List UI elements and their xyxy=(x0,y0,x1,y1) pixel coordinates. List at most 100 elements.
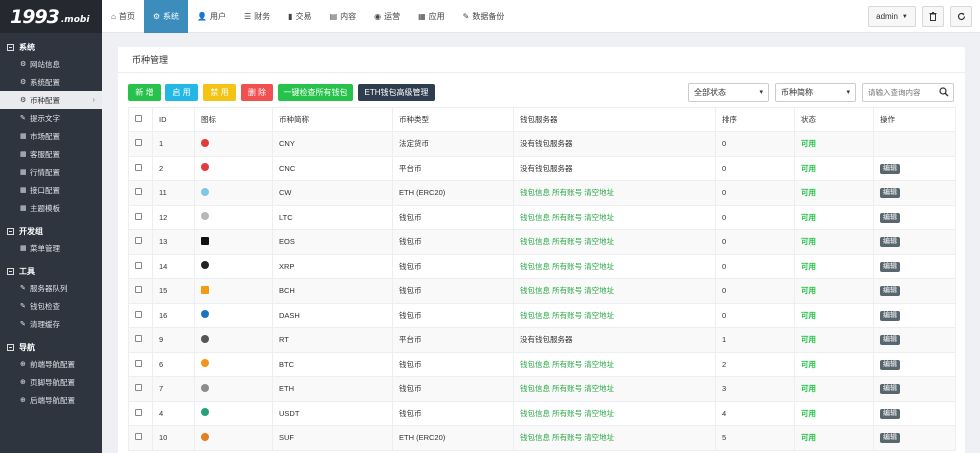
row-select-cell[interactable] xyxy=(128,278,153,304)
row-select-cell[interactable] xyxy=(128,351,153,377)
row-select-cell[interactable] xyxy=(128,400,153,426)
row-select-cell[interactable] xyxy=(128,425,153,451)
trash-button[interactable] xyxy=(922,6,944,27)
sidebar-item[interactable]: ✎ 钱包检查 xyxy=(0,297,102,315)
sidebar-item[interactable]: ▦ 市场配置 xyxy=(0,127,102,145)
sidebar-item[interactable]: ⊕ 后端导航配置 xyxy=(0,391,102,409)
sidebar-item[interactable]: ⊕ 页脚导航配置 xyxy=(0,373,102,391)
edit-button[interactable]: 编辑 xyxy=(880,163,900,174)
sidebar-item[interactable]: ▦ 行情配置 xyxy=(0,163,102,181)
edit-button[interactable]: 编辑 xyxy=(880,188,900,199)
row-checkbox[interactable] xyxy=(135,237,142,245)
sidebar-group-title[interactable]: 开发组 xyxy=(0,223,102,239)
nav-item[interactable]: ◉ 运营 xyxy=(365,0,409,33)
all-accounts-link[interactable]: 所有账号 xyxy=(552,213,582,222)
row-checkbox[interactable] xyxy=(135,359,142,367)
eth-wallet-admin-button[interactable]: ETH钱包高级管理 xyxy=(358,84,435,101)
edit-button[interactable]: 编辑 xyxy=(880,212,900,223)
nav-item[interactable]: ☰ 财务 xyxy=(235,0,279,33)
row-checkbox[interactable] xyxy=(135,408,142,416)
logo[interactable]: 1993 .mobi xyxy=(0,0,102,33)
row-checkbox[interactable] xyxy=(135,384,142,392)
edit-button[interactable]: 编辑 xyxy=(880,261,900,272)
new-button[interactable]: 新 增 xyxy=(128,84,161,101)
row-checkbox[interactable] xyxy=(135,286,142,294)
row-checkbox[interactable] xyxy=(135,335,142,343)
status-badge[interactable]: 可用 xyxy=(801,139,816,148)
nav-item[interactable]: ⚙ 系统 xyxy=(143,0,189,33)
col-status[interactable]: 状态 xyxy=(794,107,874,132)
row-select-cell[interactable] xyxy=(128,302,153,328)
status-badge[interactable]: 可用 xyxy=(801,262,816,271)
wallet-info-link[interactable]: 钱包信息 xyxy=(520,311,550,320)
wallet-info-link[interactable]: 钱包信息 xyxy=(520,384,550,393)
col-sort[interactable]: 排序 xyxy=(715,107,795,132)
sidebar-item[interactable]: ▦ 菜单管理 xyxy=(0,239,102,257)
clear-address-link[interactable]: 清空地址 xyxy=(584,433,614,442)
row-checkbox[interactable] xyxy=(135,433,142,441)
nav-item[interactable]: ▦ 应用 xyxy=(409,0,454,33)
all-accounts-link[interactable]: 所有账号 xyxy=(552,409,582,418)
nav-item[interactable]: ✎ 数据备份 xyxy=(454,0,514,33)
wallet-info-link[interactable]: 钱包信息 xyxy=(520,262,550,271)
row-checkbox[interactable] xyxy=(135,188,142,196)
status-badge[interactable]: 可用 xyxy=(801,360,816,369)
row-checkbox[interactable] xyxy=(135,310,142,318)
status-badge[interactable]: 可用 xyxy=(801,164,816,173)
search-input[interactable] xyxy=(863,84,937,101)
wallet-info-link[interactable]: 钱包信息 xyxy=(520,286,550,295)
refresh-button[interactable] xyxy=(950,6,972,27)
wallet-info-link[interactable]: 钱包信息 xyxy=(520,188,550,197)
sidebar-item[interactable]: ⚙ 网站信息 xyxy=(0,55,102,73)
sidebar-item[interactable]: ⚙ 系统配置 xyxy=(0,73,102,91)
search-icon[interactable] xyxy=(939,87,949,97)
status-badge[interactable]: 可用 xyxy=(801,409,816,418)
nav-item[interactable]: 👤 用户 xyxy=(188,0,235,33)
sidebar-item[interactable]: ▦ 接口配置 xyxy=(0,181,102,199)
clear-address-link[interactable]: 清空地址 xyxy=(584,286,614,295)
row-select-cell[interactable] xyxy=(128,180,153,206)
sidebar-group-title[interactable]: 导航 xyxy=(0,339,102,355)
status-badge[interactable]: 可用 xyxy=(801,237,816,246)
edit-button[interactable]: 编辑 xyxy=(880,286,900,297)
row-checkbox[interactable] xyxy=(135,139,142,147)
coin-select[interactable]: 币种简称 ▾ xyxy=(775,83,856,102)
row-checkbox[interactable] xyxy=(135,163,142,171)
nav-item[interactable]: ▤ 内容 xyxy=(321,0,366,33)
check-all-wallets-button[interactable]: 一键检查所有钱包 xyxy=(278,84,353,101)
delete-button[interactable]: 删 除 xyxy=(241,84,273,101)
all-accounts-link[interactable]: 所有账号 xyxy=(552,433,582,442)
wallet-info-link[interactable]: 钱包信息 xyxy=(520,433,550,442)
status-badge[interactable]: 可用 xyxy=(801,384,816,393)
clear-address-link[interactable]: 清空地址 xyxy=(584,409,614,418)
all-accounts-link[interactable]: 所有账号 xyxy=(552,237,582,246)
nav-item[interactable]: ▮ 交易 xyxy=(279,0,320,33)
col-name[interactable]: 币种简称 xyxy=(272,107,393,132)
row-select-cell[interactable] xyxy=(128,155,153,181)
nav-item[interactable]: ⌂ 首页 xyxy=(102,0,144,33)
row-select-cell[interactable] xyxy=(128,229,153,255)
clear-address-link[interactable]: 清空地址 xyxy=(584,311,614,320)
clear-address-link[interactable]: 清空地址 xyxy=(584,237,614,246)
row-select-cell[interactable] xyxy=(128,327,153,353)
wallet-info-link[interactable]: 钱包信息 xyxy=(520,409,550,418)
sidebar-item[interactable]: ⚙ 币种配置 › xyxy=(0,91,102,109)
select-all-cell[interactable] xyxy=(128,107,153,132)
sidebar-item[interactable]: ▦ 客服配置 xyxy=(0,145,102,163)
status-select[interactable]: 全部状态 ▾ xyxy=(688,83,769,102)
clear-address-link[interactable]: 清空地址 xyxy=(584,188,614,197)
row-select-cell[interactable] xyxy=(128,131,153,157)
edit-button[interactable]: 编辑 xyxy=(880,310,900,321)
row-select-cell[interactable] xyxy=(128,204,153,230)
row-select-cell[interactable] xyxy=(128,376,153,402)
sidebar-item[interactable]: ✎ 提示文字 xyxy=(0,109,102,127)
wallet-info-link[interactable]: 钱包信息 xyxy=(520,213,550,222)
all-accounts-link[interactable]: 所有账号 xyxy=(552,360,582,369)
clear-address-link[interactable]: 清空地址 xyxy=(584,360,614,369)
all-accounts-link[interactable]: 所有账号 xyxy=(552,311,582,320)
all-accounts-link[interactable]: 所有账号 xyxy=(552,262,582,271)
wallet-info-link[interactable]: 钱包信息 xyxy=(520,360,550,369)
sidebar-item[interactable]: ▦ 主题模板 xyxy=(0,199,102,217)
sidebar-item[interactable]: ⊕ 前端导航配置 xyxy=(0,355,102,373)
edit-button[interactable]: 编辑 xyxy=(880,433,900,444)
